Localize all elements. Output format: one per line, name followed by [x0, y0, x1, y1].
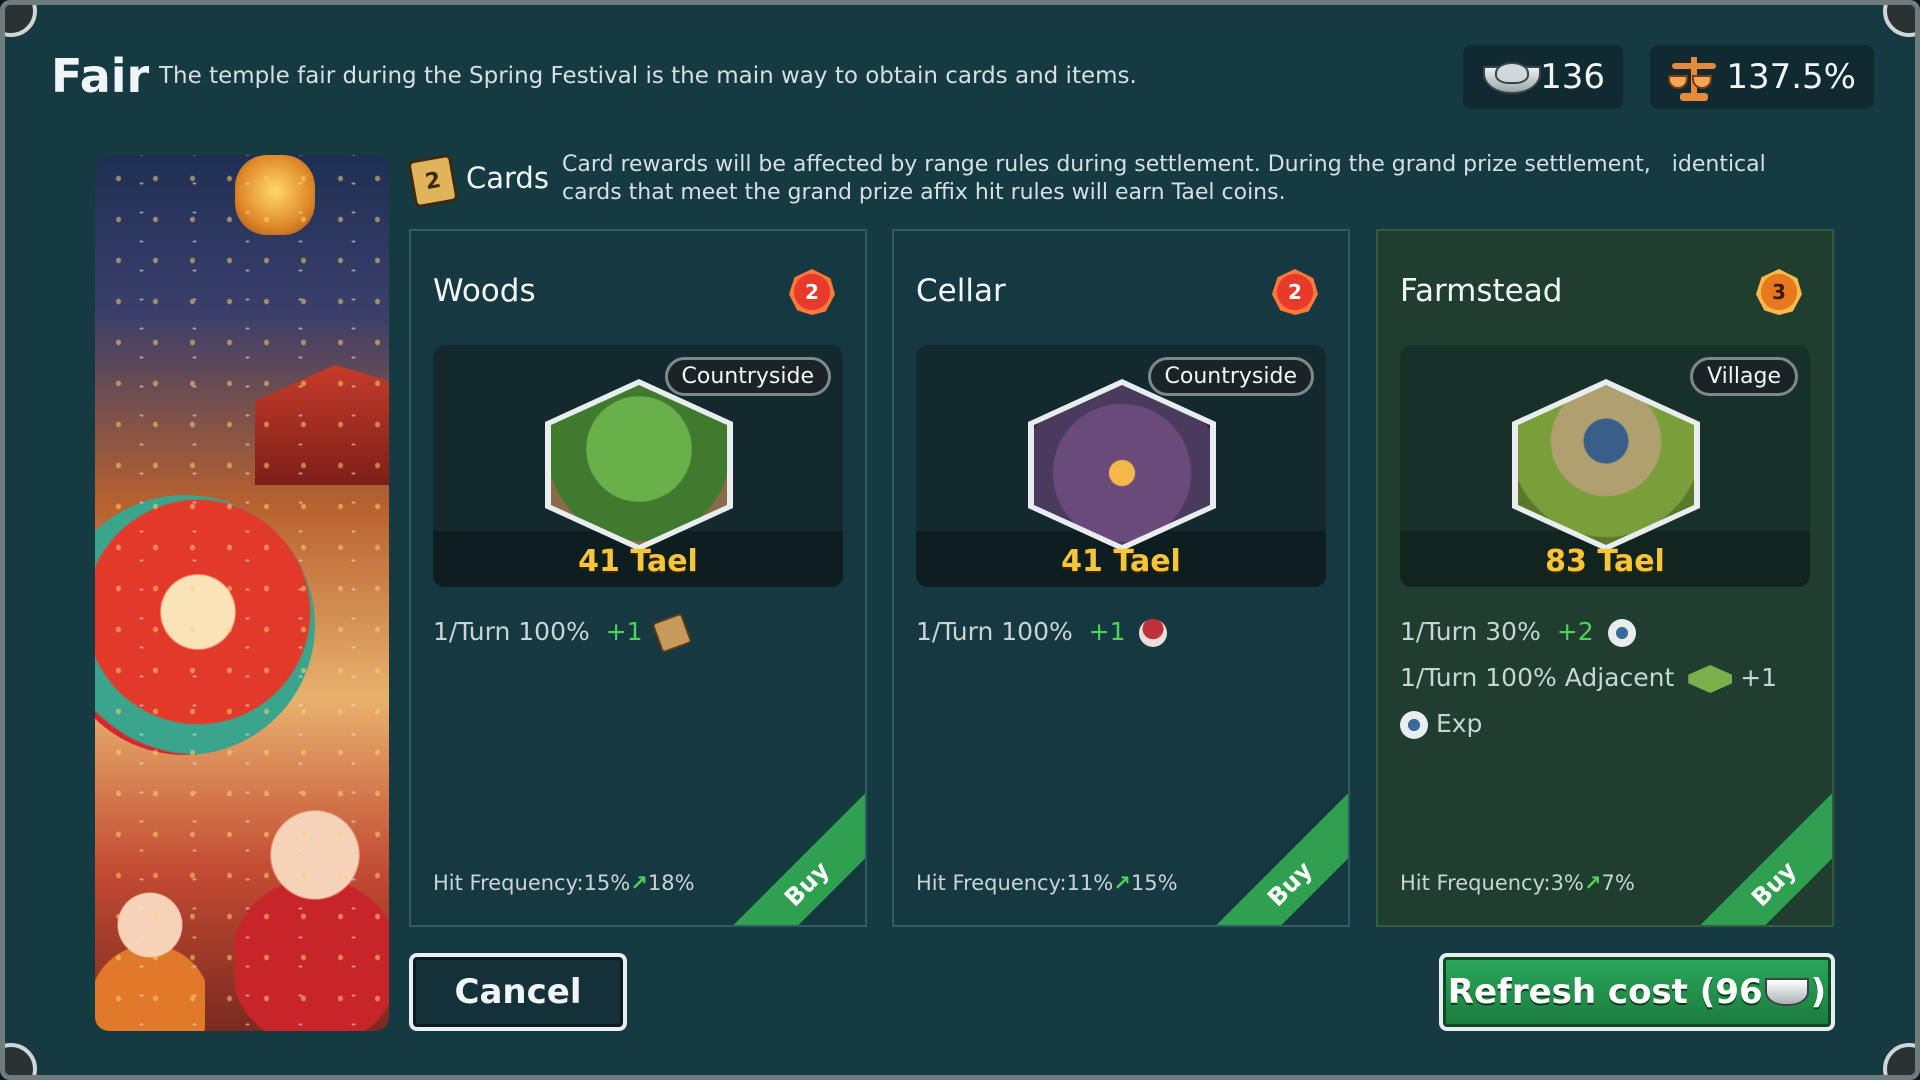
card-effect: 1/Turn 100% +1 [916, 617, 1168, 647]
card-name: Woods [433, 273, 536, 309]
arrow-up-icon: ↗ [1113, 871, 1131, 895]
dialog-title: Fair [51, 49, 150, 103]
category-tag: Village [1690, 357, 1798, 396]
fair-dialog: Fair The temple fair during the Spring F… [0, 0, 1920, 1080]
buy-button[interactable]: Buy [705, 782, 865, 925]
category-tag: Countryside [664, 357, 831, 396]
buy-button[interactable]: Buy [1672, 782, 1832, 925]
level-badge: 3 [1756, 269, 1802, 315]
level-badge: 2 [789, 269, 835, 315]
card-image: Village 83 Tael [1400, 345, 1810, 587]
level-badge: 2 [1272, 269, 1318, 315]
card-effect: 1/Turn 100% Adjacent +1 [1400, 663, 1778, 693]
card-image: Countryside 41 Tael [916, 345, 1326, 587]
dialog-subtitle: The temple fair during the Spring Festiv… [159, 63, 1137, 89]
card-woods[interactable]: Woods 2 Countryside 41 Tael 1/Turn 100% … [409, 229, 867, 927]
exp-disc-icon [1400, 711, 1428, 739]
rate-counter: 137.5% [1650, 45, 1874, 109]
buy-button[interactable]: Buy [1188, 782, 1348, 925]
hit-frequency: Hit Frequency:11%↗15% [916, 871, 1178, 895]
category-tag: Countryside [1147, 357, 1314, 396]
card-price: 83 Tael [1545, 544, 1665, 579]
card-effect: 1/Turn 100% +1 [433, 612, 693, 654]
arrow-up-icon: ↗ [1583, 871, 1602, 895]
card-cellar[interactable]: Cellar 2 Countryside 41 Tael 1/Turn 100%… [892, 229, 1350, 927]
cancel-button[interactable]: Cancel [409, 953, 627, 1031]
confetti [95, 155, 389, 1031]
hit-frequency: Hit Frequency:3%↗7% [1400, 871, 1635, 895]
card-name: Cellar [916, 273, 1006, 309]
arrow-up-icon: ↗ [630, 871, 648, 895]
card-effect: Exp [1400, 709, 1482, 739]
silver-ingot-icon [1481, 58, 1541, 96]
silver-amount: 136 [1540, 57, 1605, 97]
card-farmstead[interactable]: Farmstead 3 Village 83 Tael 1/Turn 30% +… [1376, 229, 1834, 927]
wood-plank-icon [651, 612, 693, 654]
refresh-button[interactable]: Refresh cost (96 ) [1439, 953, 1835, 1031]
festival-illustration [95, 155, 389, 1031]
corner-ornament [5, 5, 37, 37]
card-price: 41 Tael [1061, 544, 1181, 579]
exp-disc-icon [1607, 619, 1636, 647]
card-price: 41 Tael [578, 544, 698, 579]
corner-ornament [1883, 5, 1915, 37]
corner-ornament [5, 1043, 37, 1075]
card-image: Countryside 41 Tael [433, 345, 843, 587]
rate-value: 137.5% [1726, 57, 1856, 97]
card-effect: 1/Turn 30% +2 [1400, 617, 1636, 647]
card-name: Farmstead [1400, 273, 1563, 309]
cards-icon: 2 [407, 153, 459, 209]
corner-ornament [1883, 1043, 1915, 1075]
silver-counter: 136 [1463, 45, 1623, 109]
cards-description: Card rewards will be affected by range r… [562, 152, 1766, 205]
mushroom-icon [1139, 619, 1168, 647]
grassland-icon [1688, 665, 1733, 693]
cards-label: Cards [466, 161, 549, 195]
hit-frequency: Hit Frequency:15%↗18% [433, 871, 695, 895]
scale-icon [1668, 51, 1716, 103]
silver-ingot-icon [1764, 978, 1809, 1006]
